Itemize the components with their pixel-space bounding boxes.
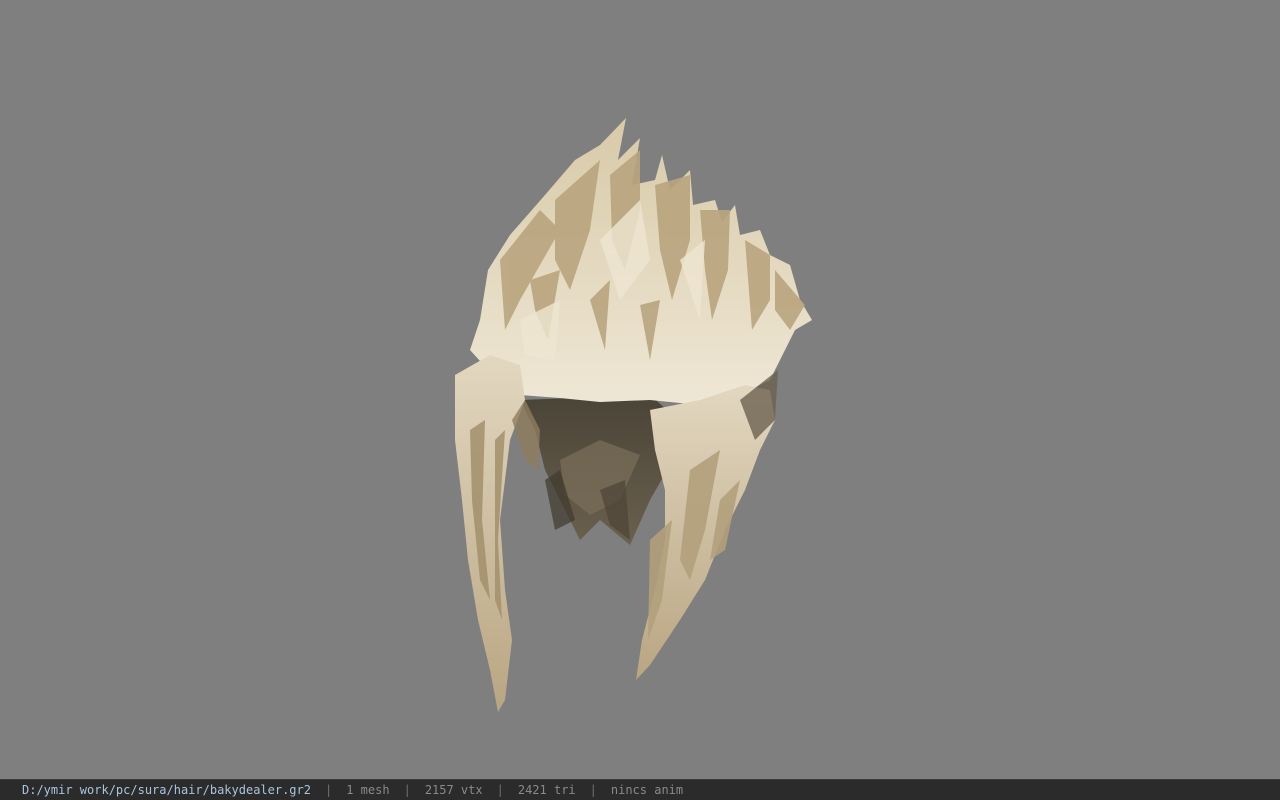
hair-model: [455, 118, 812, 712]
vertex-count-label: 2157 vtx: [424, 783, 483, 797]
status-separator: |: [403, 783, 411, 797]
animation-status-label: nincs anim: [610, 783, 684, 797]
status-separator: |: [589, 783, 597, 797]
3d-viewport[interactable]: [0, 0, 1280, 779]
mesh-count-label: 1 mesh: [346, 783, 390, 797]
status-bar: D:/ymir work/pc/sura/hair/bakydealer.gr2…: [0, 779, 1280, 800]
triangle-count-label: 2421 tri: [517, 783, 576, 797]
status-separator: |: [324, 783, 333, 797]
status-separator: |: [496, 783, 504, 797]
hair-left-strand: [455, 355, 525, 712]
file-path-label: D:/ymir work/pc/sura/hair/bakydealer.gr2: [22, 783, 311, 797]
